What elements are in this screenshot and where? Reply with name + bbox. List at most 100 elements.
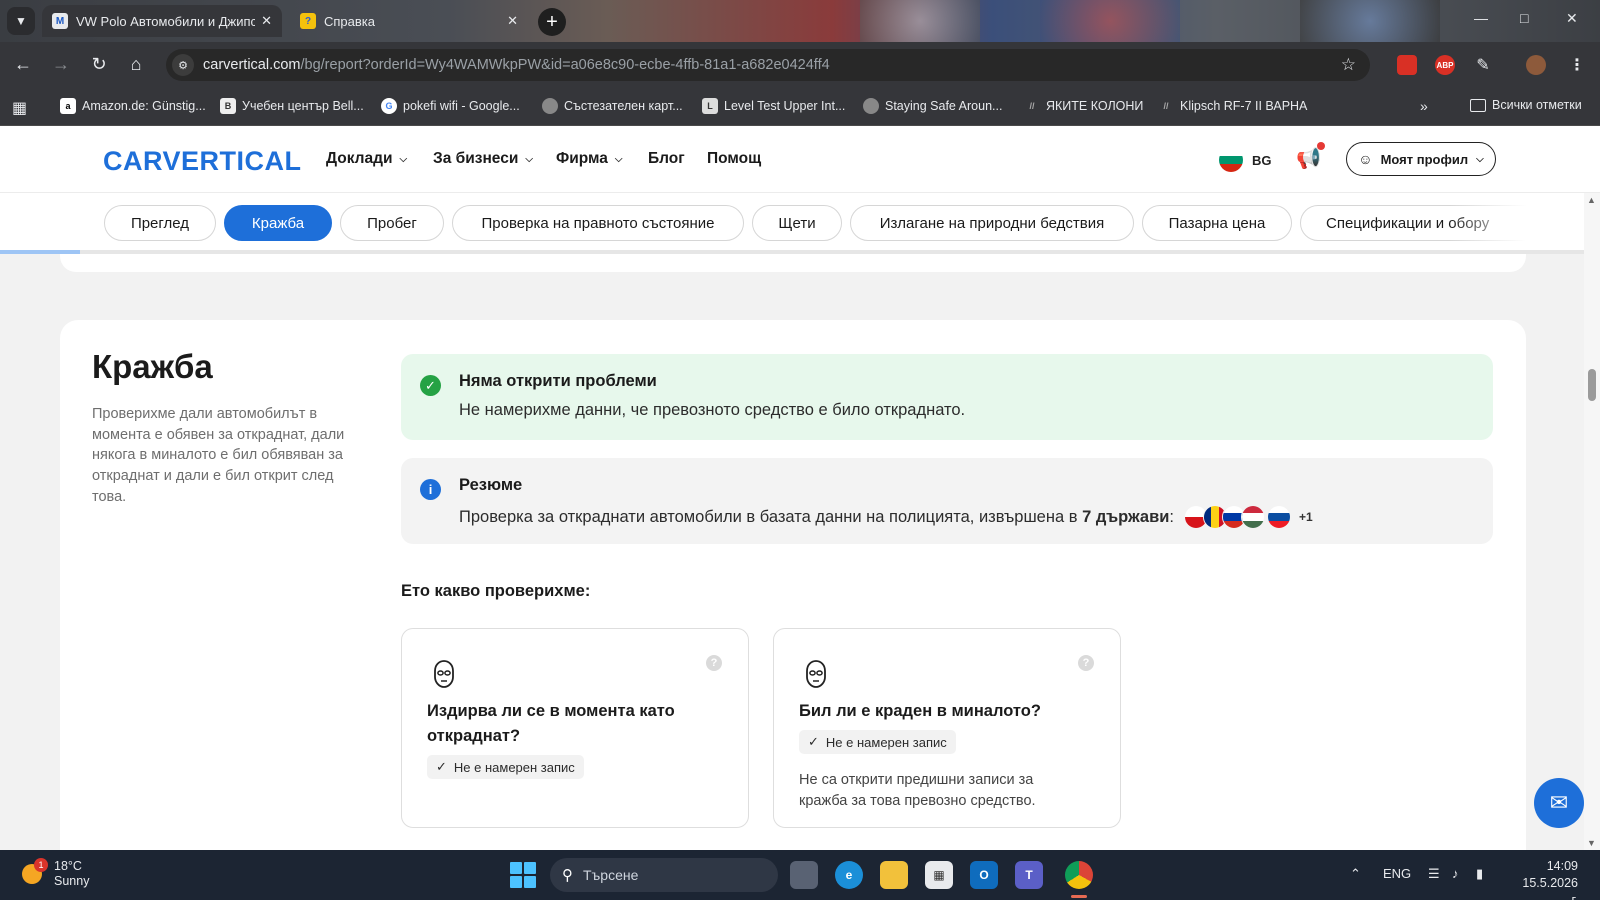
close-window-icon[interactable]: ✕ (1566, 10, 1578, 27)
tab-overview[interactable]: Преглед (104, 205, 216, 241)
maximize-icon[interactable]: □ (1520, 10, 1528, 26)
bookmark-label: Klipsch RF-7 II ВАРНА (1180, 99, 1308, 113)
bookmark-columns[interactable]: // ЯКИТЕ КОЛОНИ (1024, 98, 1143, 114)
outlook-icon[interactable]: O (970, 861, 998, 889)
tab-market-value[interactable]: Пазарна цена (1142, 205, 1292, 241)
scrollbar-thumb[interactable] (1588, 369, 1596, 401)
slovakia-flag-icon (1266, 505, 1291, 529)
microsoft-store-icon[interactable]: ▦ (925, 861, 953, 889)
no-problems-alert: ✓ Няма открити проблеми Не намерихме дан… (401, 354, 1493, 440)
nav-company[interactable]: Фирма ⌵ (556, 150, 623, 168)
check-card-stolen-in-past: ? Бил ли е краден в миналото? ✓ Не е нам… (773, 628, 1121, 828)
weather-temp: 18°C (54, 859, 82, 873)
scroll-down-icon[interactable]: ▼ (1587, 838, 1596, 848)
tab-vw-polo[interactable]: M VW Polo Автомобили и Джипс ✕ (42, 5, 282, 37)
close-tab-icon[interactable]: ✕ (261, 13, 272, 29)
taskbar-search[interactable]: ⚲ Търсене (550, 858, 778, 892)
start-button[interactable] (510, 862, 536, 888)
bookmark-label: Level Test Upper Int... (724, 99, 846, 113)
bookmark-staying-safe[interactable]: Staying Safe Aroun... (863, 98, 1002, 114)
help-question-icon[interactable]: ? (1078, 655, 1094, 671)
forward-icon[interactable]: → (50, 54, 72, 75)
volume-icon[interactable]: ♪ (1452, 866, 1459, 881)
nav-label: Фирма (556, 150, 608, 167)
tab-natural-disasters[interactable]: Излагане на природни бедствия (850, 205, 1134, 241)
nav-label: Блог (648, 150, 685, 167)
globe-icon (542, 98, 558, 114)
bookmark-pokefi[interactable]: Gpokefi wifi - Google... (381, 98, 520, 114)
user-icon: ☺ (1358, 151, 1373, 167)
bookmark-star-icon[interactable]: ☆ (1341, 55, 1356, 75)
bookmark-bell[interactable]: B Учебен център Bell... (220, 98, 364, 114)
bookmark-karting[interactable]: Състезателен карт... (542, 98, 683, 114)
all-bookmarks[interactable]: Всички отметки (1470, 98, 1582, 112)
hungary-flag-icon (1240, 505, 1265, 529)
close-tab-icon[interactable]: ✕ (507, 13, 518, 29)
new-tab-button[interactable]: + (538, 8, 566, 36)
my-profile-button[interactable]: ☺ Моят профил ⌵ (1346, 142, 1496, 176)
teams-icon[interactable]: T (1015, 861, 1043, 889)
nav-reports[interactable]: Доклади ⌵ (326, 150, 407, 168)
scroll-up-icon[interactable]: ▲ (1587, 195, 1596, 205)
alert-text: Не намерихме данни, че превозното средст… (459, 401, 966, 419)
task-view-icon[interactable] (790, 861, 818, 889)
menu-dots-icon[interactable]: ⋮ (1567, 55, 1587, 75)
file-explorer-icon[interactable] (880, 861, 908, 889)
home-icon[interactable]: ⌂ (125, 54, 147, 75)
sun-icon: 1 (22, 858, 48, 884)
tab-search-button[interactable]: ▼ (7, 7, 35, 35)
weather-widget[interactable]: 1 18°C Sunny (22, 858, 90, 889)
profile-avatar[interactable] (1526, 55, 1546, 75)
search-placeholder: Търсене (583, 867, 639, 883)
reload-icon[interactable]: ↻ (88, 54, 110, 75)
extension-bookmark-icon[interactable] (1397, 55, 1417, 75)
browser-tab-strip: ▼ M VW Polo Автомобили и Джипс ✕ ? Справ… (0, 0, 1600, 42)
windows-taskbar: 1 18°C Sunny ⚲ Търсене e ▦ O T ⌃ ENG ☰ ♪ … (0, 850, 1600, 900)
bookmark-level-test[interactable]: L Level Test Upper Int... (702, 98, 845, 114)
tab-title: VW Polo Автомобили и Джипс (76, 13, 256, 29)
adblock-icon[interactable]: ABP (1435, 55, 1455, 75)
chrome-icon[interactable] (1065, 861, 1093, 889)
nav-help[interactable]: Помощ (707, 150, 761, 168)
more-bookmarks-icon[interactable]: » (1420, 98, 1428, 114)
announcements-megaphone-icon[interactable]: 📢 (1296, 146, 1321, 171)
country-flags[interactable]: +1 (1183, 505, 1313, 529)
page-scrollbar[interactable]: ▲ ▼ (1584, 193, 1600, 850)
apps-grid-icon[interactable]: ▦ (12, 98, 27, 118)
minimize-icon[interactable]: — (1474, 10, 1488, 26)
chevron-down-icon: ⌵ (525, 153, 533, 165)
tab-mileage[interactable]: Пробег (340, 205, 444, 241)
amazon-icon: a (60, 98, 76, 114)
report-section-nav: Преглед Кражба Пробег Проверка на правно… (0, 193, 1600, 254)
chevron-down-icon: ⌵ (399, 153, 408, 165)
nav-business[interactable]: За бизнеси ⌵ (433, 150, 533, 168)
google-icon: G (381, 98, 397, 114)
carvertical-logo[interactable]: CARVERTICAL (103, 146, 302, 177)
tab-legal-status[interactable]: Проверка на правното състояние (452, 205, 744, 241)
input-language[interactable]: ENG (1383, 866, 1411, 881)
check-circle-icon: ✓ (420, 375, 441, 396)
tab-theft[interactable]: Кражба (224, 205, 332, 241)
battery-icon[interactable]: ▮ (1476, 866, 1483, 882)
help-question-icon[interactable]: ? (706, 655, 722, 671)
bookmark-klipsch[interactable]: // Klipsch RF-7 II ВАРНА (1158, 98, 1307, 114)
edge-browser-icon[interactable]: e (835, 861, 863, 889)
extensions-puzzle-icon[interactable]: ✎ (1473, 55, 1493, 75)
slash-site-icon: // (1163, 101, 1169, 111)
bookmark-amazon[interactable]: a Amazon.de: Günstig... (60, 98, 206, 114)
system-clock[interactable]: 14:09 15.5.2026 г. (1518, 858, 1578, 900)
chat-support-button[interactable]: ✉ (1534, 778, 1584, 828)
scroll-fade (1450, 203, 1540, 243)
tray-overflow-icon[interactable]: ⌃ (1350, 866, 1361, 882)
back-icon[interactable]: ← (12, 54, 34, 75)
nav-blog[interactable]: Блог (648, 150, 685, 168)
summary-heading: Резюме (459, 476, 523, 494)
wifi-icon[interactable]: ☰ (1428, 866, 1440, 882)
weather-desc: Sunny (54, 874, 90, 888)
check-question: Издирва ли се в момента като откраднат? (427, 702, 675, 745)
site-info-icon[interactable]: ⚙ (172, 54, 194, 76)
tab-damages[interactable]: Щети (752, 205, 842, 241)
address-bar[interactable]: ⚙ carvertical.com/bg/report?orderId=Wy4W… (166, 49, 1370, 81)
language-selector[interactable]: BG (1219, 148, 1272, 172)
tab-help[interactable]: ? Справка ✕ (290, 5, 528, 37)
